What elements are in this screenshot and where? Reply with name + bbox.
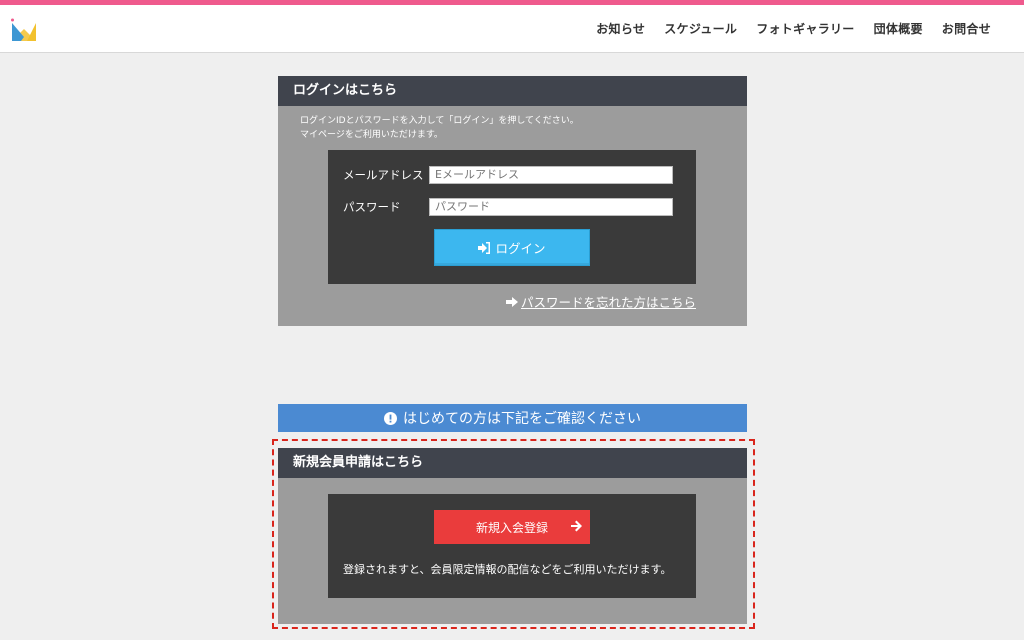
email-field[interactable] bbox=[429, 166, 673, 184]
password-row: パスワード bbox=[343, 198, 673, 216]
forgot-password-link[interactable]: パスワードを忘れた方はこちら bbox=[505, 292, 696, 311]
login-description: ログインIDとパスワードを入力して「ログイン」を押してください。 マイページをご… bbox=[278, 106, 747, 142]
first-time-notice: はじめての方は下記をご確認ください bbox=[278, 404, 747, 432]
password-label: パスワード bbox=[343, 200, 401, 214]
login-heading: ログインはこちら bbox=[278, 76, 747, 106]
login-button-label: ログイン bbox=[495, 241, 546, 256]
registration-heading: 新規会員申請はこちら bbox=[278, 448, 747, 478]
email-label: メールアドレス bbox=[343, 168, 424, 182]
nav-item-contact[interactable]: お問合せ bbox=[942, 20, 991, 37]
sign-in-icon bbox=[478, 241, 491, 254]
nav-item-schedule[interactable]: スケジュール bbox=[664, 20, 737, 37]
main-nav: お知らせ スケジュール フォトギャラリー 団体概要 お問合せ bbox=[596, 5, 991, 52]
login-button[interactable]: ログイン bbox=[434, 229, 590, 266]
login-description-line1: ログインIDとパスワードを入力して「ログイン」を押してください。 bbox=[300, 116, 579, 126]
login-panel: ログインはこちら ログインIDとパスワードを入力して「ログイン」を押してください… bbox=[278, 76, 747, 326]
register-button[interactable]: 新規入会登録 bbox=[434, 510, 590, 544]
forgot-password-label: パスワードを忘れた方はこちら bbox=[520, 295, 696, 310]
login-form: メールアドレス パスワード ログイン bbox=[328, 150, 696, 284]
exclamation-circle-icon bbox=[384, 411, 397, 425]
registration-box: 新規入会登録 登録されますと、会員限定情報の配信などをご利用いただけます。 bbox=[328, 494, 696, 598]
password-field[interactable] bbox=[429, 198, 673, 216]
registration-panel: 新規会員申請はこちら 新規入会登録 登録されますと、会員限定情報の配信などをご利… bbox=[278, 448, 747, 624]
site-header: お知らせ スケジュール フォトギャラリー 団体概要 お問合せ bbox=[0, 5, 1024, 53]
login-description-line2: マイページをご利用いただけます。 bbox=[300, 130, 443, 140]
nav-item-photo-gallery[interactable]: フォトギャラリー bbox=[756, 20, 854, 37]
register-button-label: 新規入会登録 bbox=[475, 520, 548, 535]
registration-description: 登録されますと、会員限定情報の配信などをご利用いただけます。 bbox=[343, 563, 672, 576]
nav-item-about[interactable]: 団体概要 bbox=[874, 20, 923, 37]
site-logo[interactable] bbox=[11, 17, 37, 43]
nav-item-news[interactable]: お知らせ bbox=[596, 20, 645, 37]
notice-text: はじめての方は下記をご確認ください bbox=[403, 411, 641, 427]
arrow-right-icon bbox=[505, 296, 518, 307]
email-row: メールアドレス bbox=[343, 166, 673, 184]
logo-icon bbox=[11, 18, 36, 41]
arrow-right-icon bbox=[571, 520, 582, 532]
